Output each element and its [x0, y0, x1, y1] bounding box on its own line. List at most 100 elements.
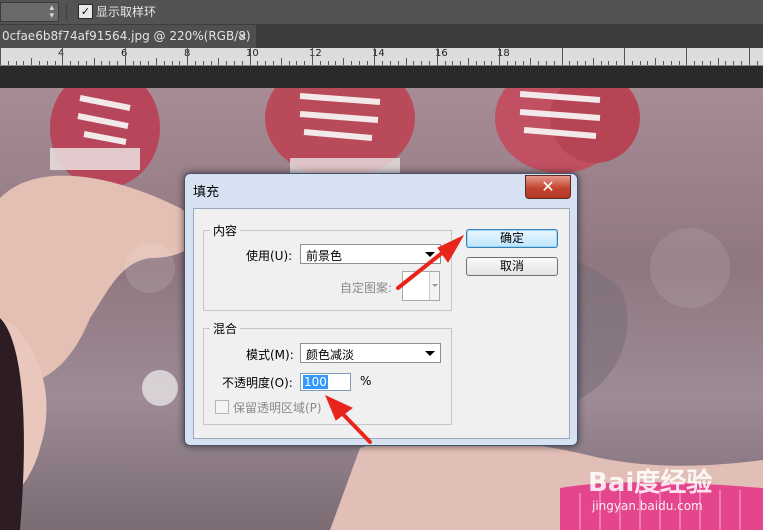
- mode-select[interactable]: 颜色减淡: [300, 343, 441, 363]
- close-icon[interactable]: ✕: [525, 175, 571, 199]
- content-group: 内容 使用(U): 前景色 自定图案:: [203, 222, 452, 311]
- use-select[interactable]: 前景色: [300, 244, 441, 264]
- ruler-tick: [242, 61, 243, 65]
- ruler-label: 10: [246, 48, 259, 59]
- ruler-tick: [94, 58, 95, 65]
- document-tab-bar: 0cfae6b8f74af91564.jpg @ 220%(RGB/8) * ×: [0, 25, 763, 66]
- ruler-tick: [398, 61, 399, 65]
- ruler-tick: [328, 61, 329, 65]
- ruler-tick: [296, 61, 297, 65]
- ruler-tick: [281, 58, 282, 65]
- ruler-tick: [117, 61, 118, 65]
- horizontal-ruler: 4 6 8 10 12 14 16 18: [0, 48, 763, 66]
- ruler-tick: [421, 61, 422, 65]
- ruler-tick: [507, 61, 508, 65]
- ruler-tick: [491, 61, 492, 65]
- ruler-tick: [8, 61, 9, 65]
- ruler-tick: [718, 58, 719, 65]
- ruler-tick: [47, 61, 48, 65]
- ruler-label: 12: [309, 48, 322, 59]
- baidu-jingyan-watermark: Bai度经验 jingyan.baidu.com: [582, 462, 732, 522]
- close-tab-icon[interactable]: ×: [238, 25, 247, 48]
- ruler-tick: [257, 61, 258, 65]
- ruler-tick: [554, 61, 555, 65]
- ruler-tick: [265, 61, 266, 65]
- watermark-brand: Bai度经验: [588, 468, 713, 498]
- opacity-input[interactable]: 100: [300, 373, 351, 391]
- ruler-tick: [546, 61, 547, 65]
- ruler-tick: [226, 61, 227, 65]
- ruler-tick: [211, 61, 212, 65]
- ruler-tick: [725, 61, 726, 65]
- ruler-tick: [530, 58, 531, 65]
- ruler-tick: [694, 61, 695, 65]
- ruler-tick: [374, 48, 375, 65]
- ok-button[interactable]: 确定: [466, 229, 558, 248]
- ruler-tick: [273, 61, 274, 65]
- chevron-down-icon: [425, 351, 435, 356]
- use-select-value: 前景色: [306, 249, 343, 263]
- preserve-transparency-label: 保留透明区域(P): [233, 401, 322, 415]
- ruler-tick: [140, 61, 141, 65]
- ruler-tick: [78, 61, 79, 65]
- chevron-down-icon: [425, 252, 435, 257]
- ruler-tick: [320, 61, 321, 65]
- ruler-tick: [179, 61, 180, 65]
- custom-pattern-picker[interactable]: [402, 271, 440, 301]
- ruler-tick: [429, 61, 430, 65]
- ruler-tick: [523, 61, 524, 65]
- tool-preset-dropdown[interactable]: ▴ ▾: [0, 2, 59, 22]
- ruler-tick: [585, 61, 586, 65]
- ruler-tick: [335, 61, 336, 65]
- ruler-tick: [452, 61, 453, 65]
- ruler-tick: [460, 61, 461, 65]
- ruler-tick: [671, 61, 672, 65]
- ruler-tick: [62, 48, 63, 65]
- ruler-tick: [390, 61, 391, 65]
- ruler-tick: [655, 58, 656, 65]
- opacity-label: 不透明度(O):: [222, 376, 293, 390]
- ruler-tick: [39, 61, 40, 65]
- ruler-tick: [640, 61, 641, 65]
- ruler-tick: [647, 61, 648, 65]
- ruler-tick: [413, 61, 414, 65]
- ruler-tick: [601, 61, 602, 65]
- ruler-tick: [343, 58, 344, 65]
- ruler-tick: [164, 61, 165, 65]
- ruler-tick: [406, 58, 407, 65]
- ruler-tick: [312, 48, 313, 65]
- ruler-tick: [367, 61, 368, 65]
- ruler-tick: [468, 58, 469, 65]
- ruler-tick: [101, 61, 102, 65]
- preserve-transparency-checkbox[interactable]: [215, 400, 229, 414]
- ruler-tick: [55, 61, 56, 65]
- fill-dialog: 填充 ✕ 内容 使用(U): 前景色 自定图案: 混合 模式(M): 颜色减淡 …: [184, 173, 578, 446]
- mode-select-value: 颜色减淡: [306, 348, 355, 362]
- show-sampling-ring-checkbox[interactable]: ✓: [78, 4, 93, 19]
- ruler-tick: [250, 48, 251, 65]
- ruler-tick: [445, 61, 446, 65]
- ruler-tick: [0, 48, 1, 65]
- ruler-tick: [23, 61, 24, 65]
- content-group-legend: 内容: [210, 222, 241, 239]
- blending-group: 混合 模式(M): 颜色减淡 不透明度(O): 100 % 保留透明区域(P): [203, 320, 452, 425]
- dialog-title: 填充: [193, 185, 220, 200]
- ruler-tick: [203, 61, 204, 65]
- watermark-url: jingyan.baidu.com: [592, 499, 703, 513]
- ruler-tick: [749, 48, 750, 65]
- document-tab[interactable]: 0cfae6b8f74af91564.jpg @ 220%(RGB/8) * ×: [0, 25, 256, 66]
- ruler-tick: [476, 61, 477, 65]
- ruler-tick: [702, 61, 703, 65]
- ruler-tick: [686, 48, 687, 65]
- ruler-tick: [733, 61, 734, 65]
- ruler-tick: [359, 61, 360, 65]
- ruler-tick: [562, 48, 563, 65]
- ruler-tick: [382, 61, 383, 65]
- ruler-tick: [109, 61, 110, 65]
- ruler-tick: [515, 61, 516, 65]
- pattern-dropdown-arrow[interactable]: [429, 272, 439, 300]
- opacity-value: 100: [303, 375, 328, 389]
- ruler-tick: [484, 61, 485, 65]
- ruler-tick: [538, 61, 539, 65]
- cancel-button[interactable]: 取消: [466, 257, 558, 276]
